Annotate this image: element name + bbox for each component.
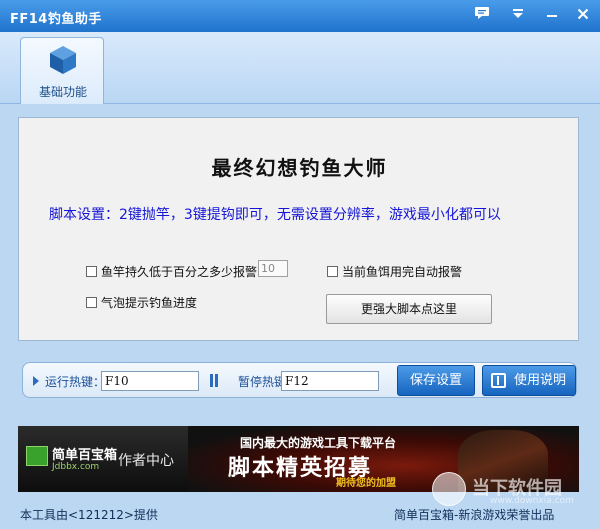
more-script-button[interactable]: 更强大脚本点这里: [326, 294, 492, 324]
bait-alarm-option[interactable]: 当前鱼饵用完自动报警: [327, 263, 462, 280]
run-hotkey-label: 运行热键：: [45, 375, 106, 389]
banner-author-center: 作者中心: [118, 453, 174, 469]
bubble-progress-option[interactable]: 气泡提示钓鱼进度: [86, 294, 197, 311]
run-hotkey-input[interactable]: [101, 371, 199, 391]
durability-alarm-label: 鱼竿持久低于百分之多少报警: [101, 265, 258, 279]
bubble-progress-label: 气泡提示钓鱼进度: [101, 296, 198, 310]
banner-logo-url: Jdbbx.com: [52, 462, 100, 472]
script-description: 脚本设置：2键抛竿，3键提钩即可，无需设置分辨率，游戏最小化都可以: [49, 207, 501, 223]
book-icon: [491, 373, 506, 388]
bubble-progress-checkbox[interactable]: [86, 297, 97, 308]
watermark-url: www.downxia.com: [490, 496, 574, 506]
treasure-box-icon: [26, 446, 48, 466]
help-button-label: 使用说明: [513, 373, 566, 388]
bait-alarm-label: 当前鱼饵用完自动报警: [342, 265, 463, 279]
durability-alarm-checkbox[interactable]: [86, 266, 97, 277]
footer-provider: 本工具由<121212>提供: [20, 508, 158, 522]
pause-hotkey-input[interactable]: [281, 371, 379, 391]
durability-alarm-option[interactable]: 鱼竿持久低于百分之多少报警: [86, 263, 257, 280]
tab-label: 基础功能: [38, 85, 87, 99]
chat-icon[interactable]: [471, 6, 493, 26]
watermark: 当下软件园 www.downxia.com: [432, 470, 592, 510]
tab-strip: 基础功能: [0, 32, 600, 104]
banner-slogan: 期待您的加盟: [336, 478, 396, 489]
bait-alarm-checkbox[interactable]: [327, 266, 338, 277]
minimize-icon[interactable]: [541, 6, 563, 26]
play-arrow-icon: [33, 376, 39, 386]
banner-logo-name: 简单百宝箱: [52, 448, 118, 463]
watermark-logo-icon: [432, 472, 466, 506]
help-button[interactable]: 使用说明: [482, 365, 576, 396]
durability-threshold-input[interactable]: [258, 260, 288, 277]
settings-panel: 最终幻想钓鱼大师 脚本设置：2键抛竿，3键提钩即可，无需设置分辨率，游戏最小化都…: [18, 117, 579, 341]
cube-icon: [50, 46, 76, 74]
menu-dropdown-icon[interactable]: [507, 6, 529, 26]
save-settings-button[interactable]: 保存设置: [397, 365, 475, 396]
pause-icon: [209, 374, 219, 387]
banner-tagline: 国内最大的游戏工具下载平台: [240, 436, 397, 450]
tab-basic-functions[interactable]: 基础功能: [20, 37, 104, 104]
window-title: FF14钓鱼助手: [10, 12, 102, 27]
panel-headline: 最终幻想钓鱼大师: [211, 156, 388, 180]
app-window: FF14钓鱼助手 基础功能 最终幻想钓鱼大师 脚本设置：2键抛竿，3键提钩即可，…: [0, 0, 600, 529]
close-icon[interactable]: [572, 6, 594, 26]
title-bar: FF14钓鱼助手: [0, 0, 600, 32]
